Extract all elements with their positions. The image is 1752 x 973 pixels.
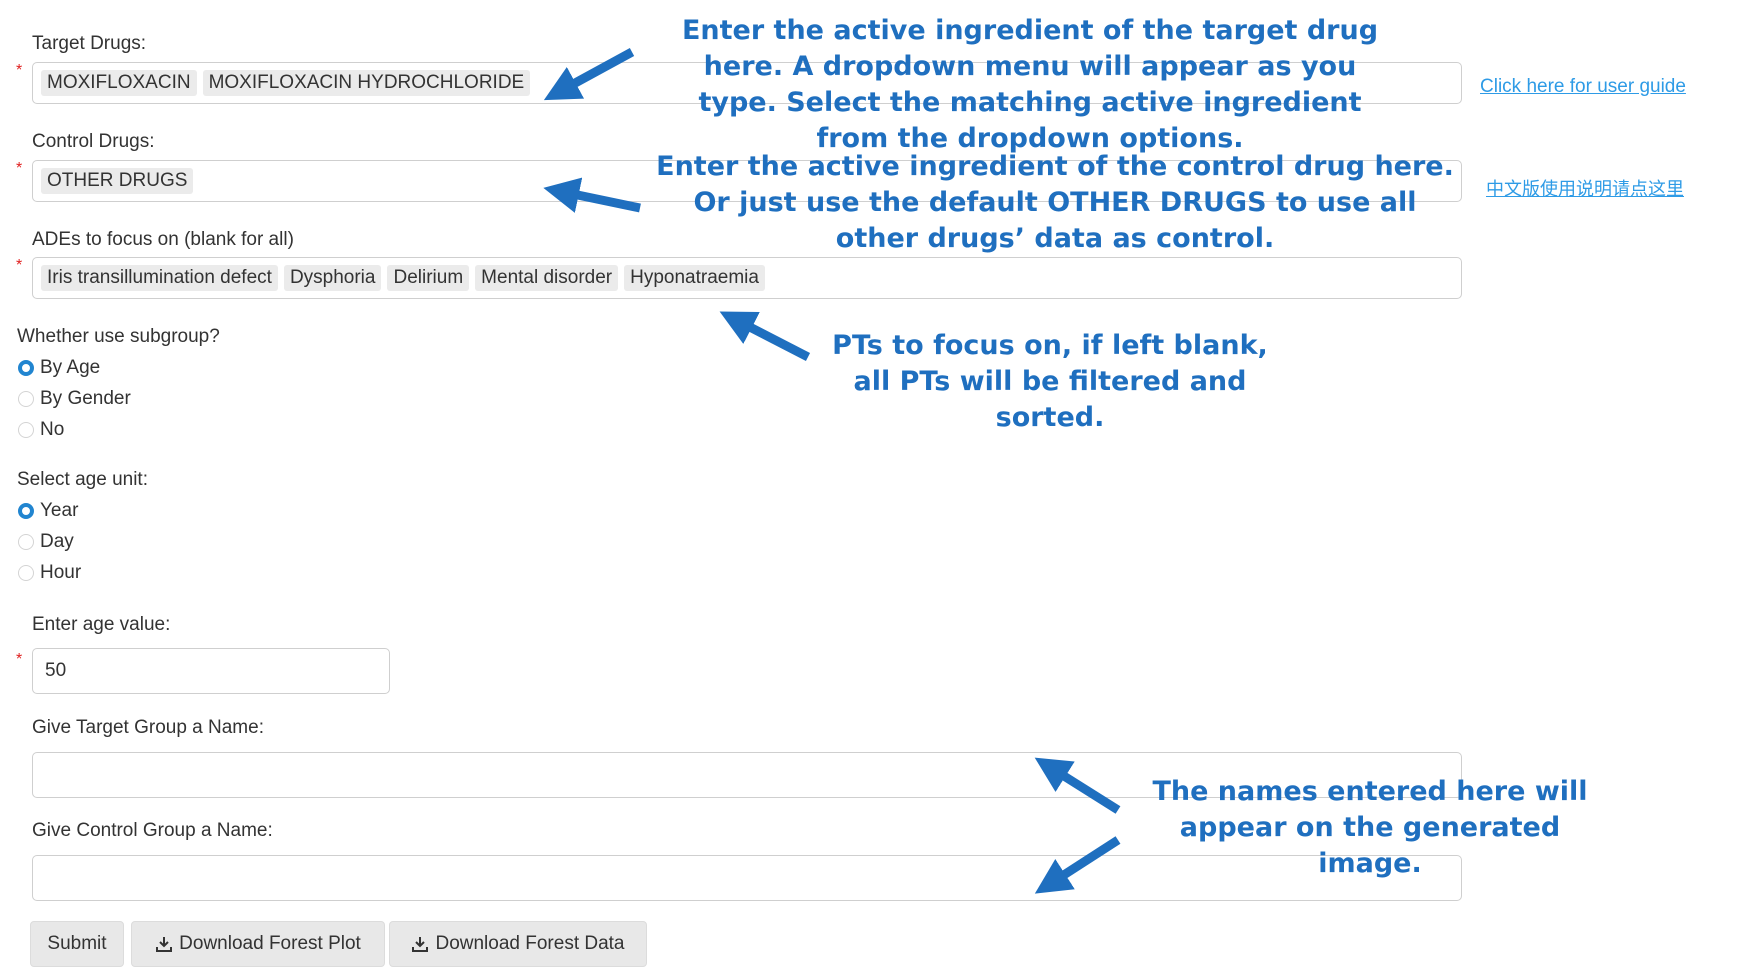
arrow-target-group-name xyxy=(1034,757,1121,814)
arrow-pts xyxy=(719,311,811,362)
arrow-target-drugs xyxy=(543,48,635,101)
arrow-control-group-name xyxy=(1034,836,1121,894)
arrow-control-drugs xyxy=(543,177,641,213)
annotation-arrows xyxy=(543,48,1121,894)
